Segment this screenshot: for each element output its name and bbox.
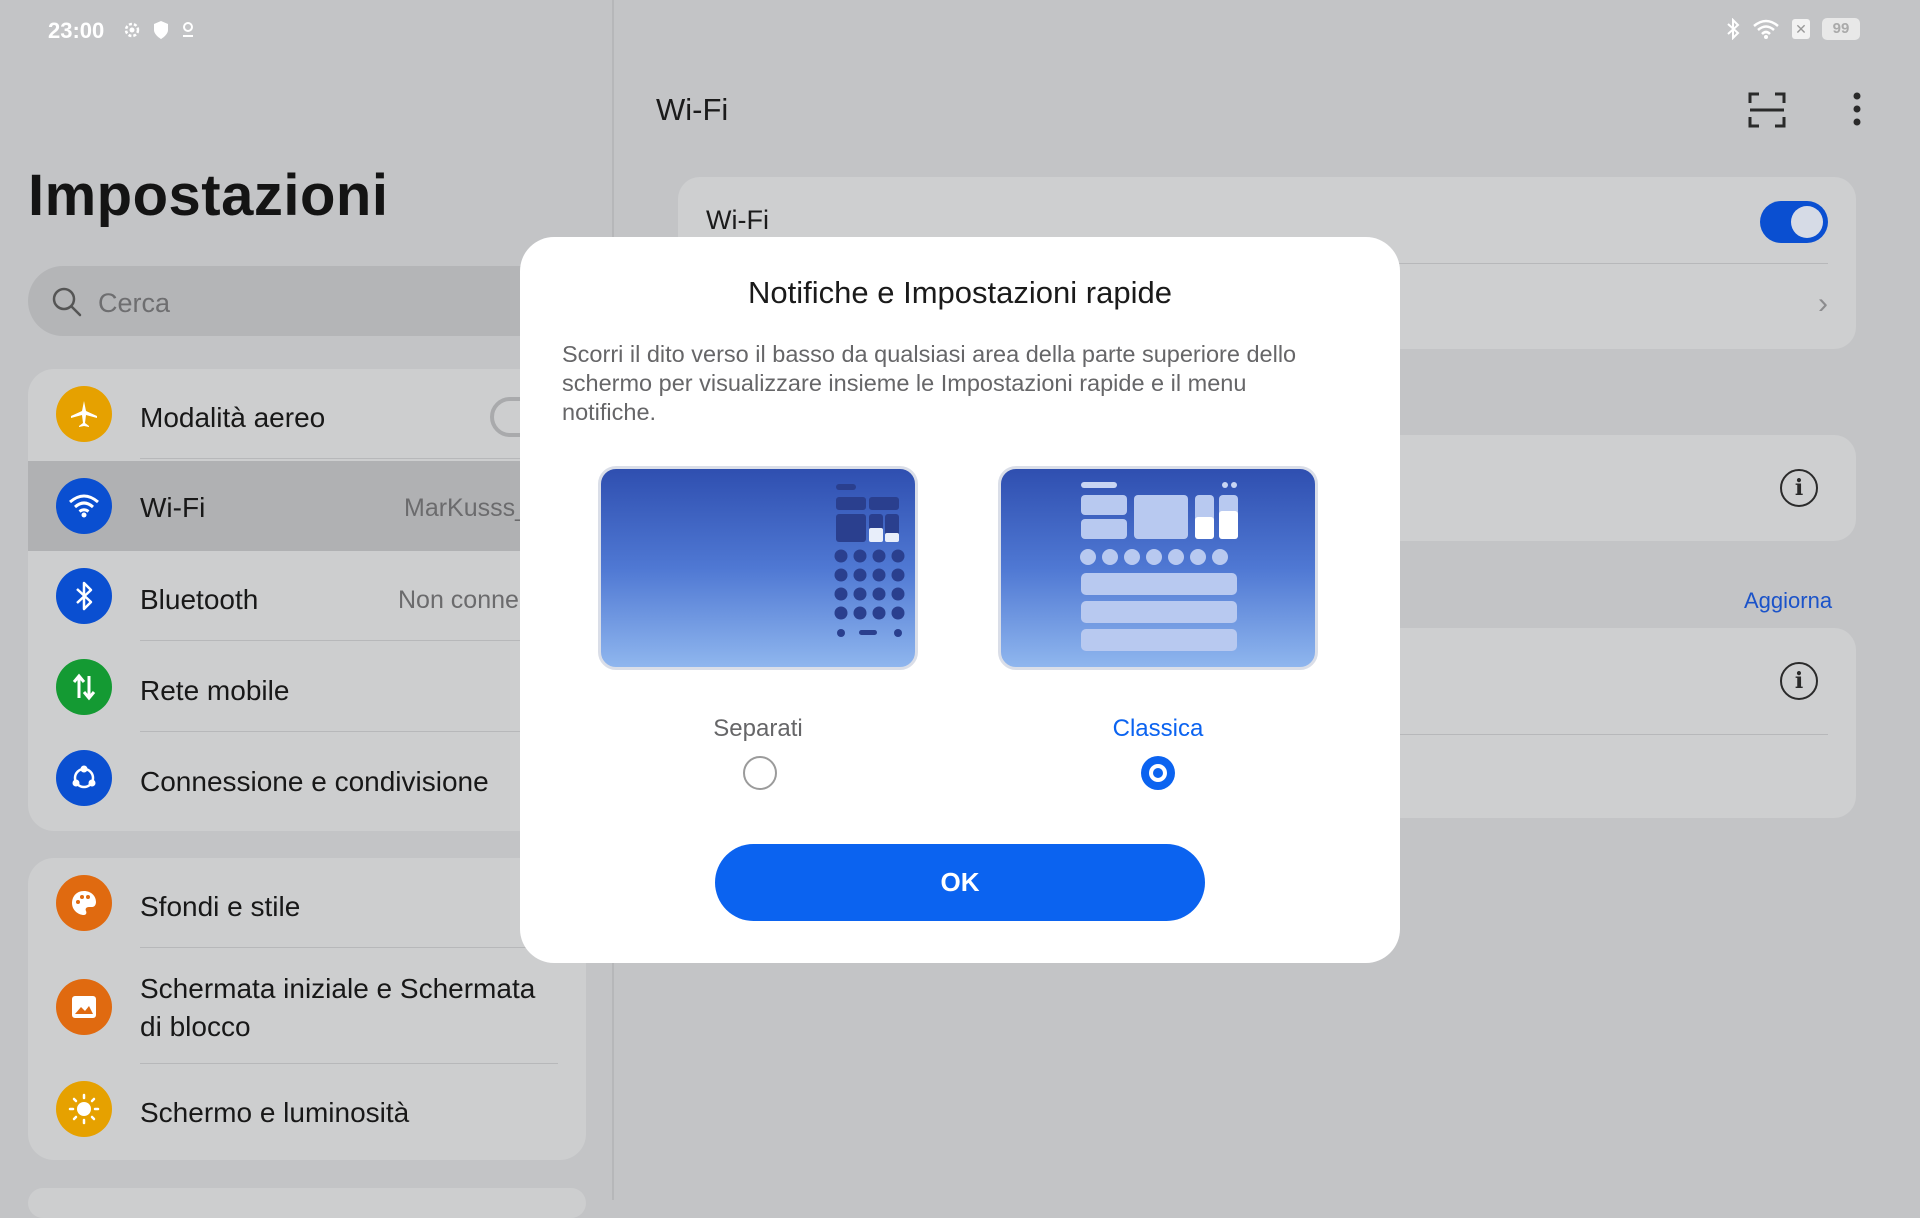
sidebar-item-label: Schermo e luminosità bbox=[140, 1097, 410, 1128]
bluetooth-status: Non conne bbox=[398, 586, 519, 614]
wifi-page-title: Wi-Fi bbox=[656, 92, 729, 127]
search-icon bbox=[52, 287, 82, 317]
sidebar-item-mobile-network[interactable]: Rete mobile bbox=[28, 642, 586, 732]
mobile-data-icon bbox=[56, 659, 112, 715]
sidebar-item-label: Sfondi e stile bbox=[140, 891, 301, 922]
classic-style-preview[interactable] bbox=[998, 466, 1318, 670]
sidebar-item-display-brightness[interactable]: Schermo e luminosità bbox=[28, 1064, 586, 1154]
notifications-dialog: Notifiche e Impostazioni rapide Scorri i… bbox=[520, 237, 1400, 963]
network-settings-group: Modalità aereo Wi-Fi MarKusss_ Bluetooth… bbox=[28, 369, 586, 831]
sidebar-item-home-lock-screen[interactable]: Schermata iniziale e Schermata di blocco bbox=[28, 950, 586, 1064]
refresh-link[interactable]: Aggiorna bbox=[1744, 588, 1832, 614]
chevron-right-icon[interactable]: › bbox=[1818, 287, 1828, 321]
sidebar-item-wifi[interactable]: Wi-Fi MarKusss_ bbox=[28, 461, 586, 551]
sidebar-item-connection-sharing[interactable]: Connessione e condivisione bbox=[28, 733, 586, 823]
search-placeholder: Cerca bbox=[98, 288, 171, 318]
separated-option-label[interactable]: Separati bbox=[598, 715, 918, 743]
separated-radio[interactable] bbox=[743, 756, 777, 790]
sidebar-item-wallpaper-style[interactable]: Sfondi e stile bbox=[28, 858, 586, 948]
wifi-network-name: MarKusss_ bbox=[404, 494, 530, 522]
sidebar-item-bluetooth[interactable]: Bluetooth Non conne bbox=[28, 551, 586, 641]
ok-button[interactable]: OK bbox=[715, 844, 1205, 921]
wifi-icon bbox=[56, 478, 112, 534]
page-title: Impostazioni bbox=[28, 163, 389, 228]
bluetooth-icon bbox=[56, 568, 112, 624]
bluetooth-icon bbox=[1727, 18, 1740, 40]
wifi-signal-icon bbox=[1753, 19, 1779, 39]
palette-icon bbox=[56, 875, 112, 931]
dialog-description: Scorri il dito verso il basso da qualsia… bbox=[562, 341, 1297, 425]
sidebar-item-label: Bluetooth bbox=[140, 584, 259, 615]
sidebar-item-label: Wi-Fi bbox=[140, 492, 206, 523]
separated-style-preview[interactable] bbox=[598, 466, 918, 670]
more-options-icon[interactable] bbox=[1852, 92, 1862, 128]
airplane-icon bbox=[56, 386, 112, 442]
sidebar-item-airplane-mode[interactable]: Modalità aereo bbox=[28, 369, 586, 459]
sim-x-icon: ✕ bbox=[1792, 19, 1810, 39]
share-icon bbox=[56, 750, 112, 806]
wifi-toggle-label: Wi-Fi bbox=[706, 205, 769, 235]
lockscreen-icon bbox=[56, 979, 112, 1035]
qr-scan-icon[interactable] bbox=[1748, 92, 1786, 128]
sidebar-item-label: Modalità aereo bbox=[140, 402, 326, 433]
display-settings-group: Sfondi e stile Schermata iniziale e Sche… bbox=[28, 858, 586, 1160]
sidebar-item-label: Rete mobile bbox=[140, 675, 290, 706]
battery-indicator: 99 bbox=[1822, 18, 1860, 40]
brightness-icon bbox=[56, 1081, 112, 1137]
sidebar-item-label: Schermata iniziale e Schermata di blocco bbox=[140, 973, 536, 1042]
dialog-title: Notifiche e Impostazioni rapide bbox=[748, 275, 1172, 310]
info-icon[interactable]: i bbox=[1780, 662, 1818, 700]
classic-option-label[interactable]: Classica bbox=[998, 715, 1318, 743]
classic-radio[interactable] bbox=[1141, 756, 1175, 790]
search-input[interactable]: Cerca bbox=[28, 266, 588, 336]
sidebar-item-label: Connessione e condivisione bbox=[140, 766, 489, 797]
info-icon[interactable]: i bbox=[1780, 469, 1818, 507]
wifi-toggle[interactable] bbox=[1760, 201, 1828, 243]
next-settings-group bbox=[28, 1188, 586, 1218]
